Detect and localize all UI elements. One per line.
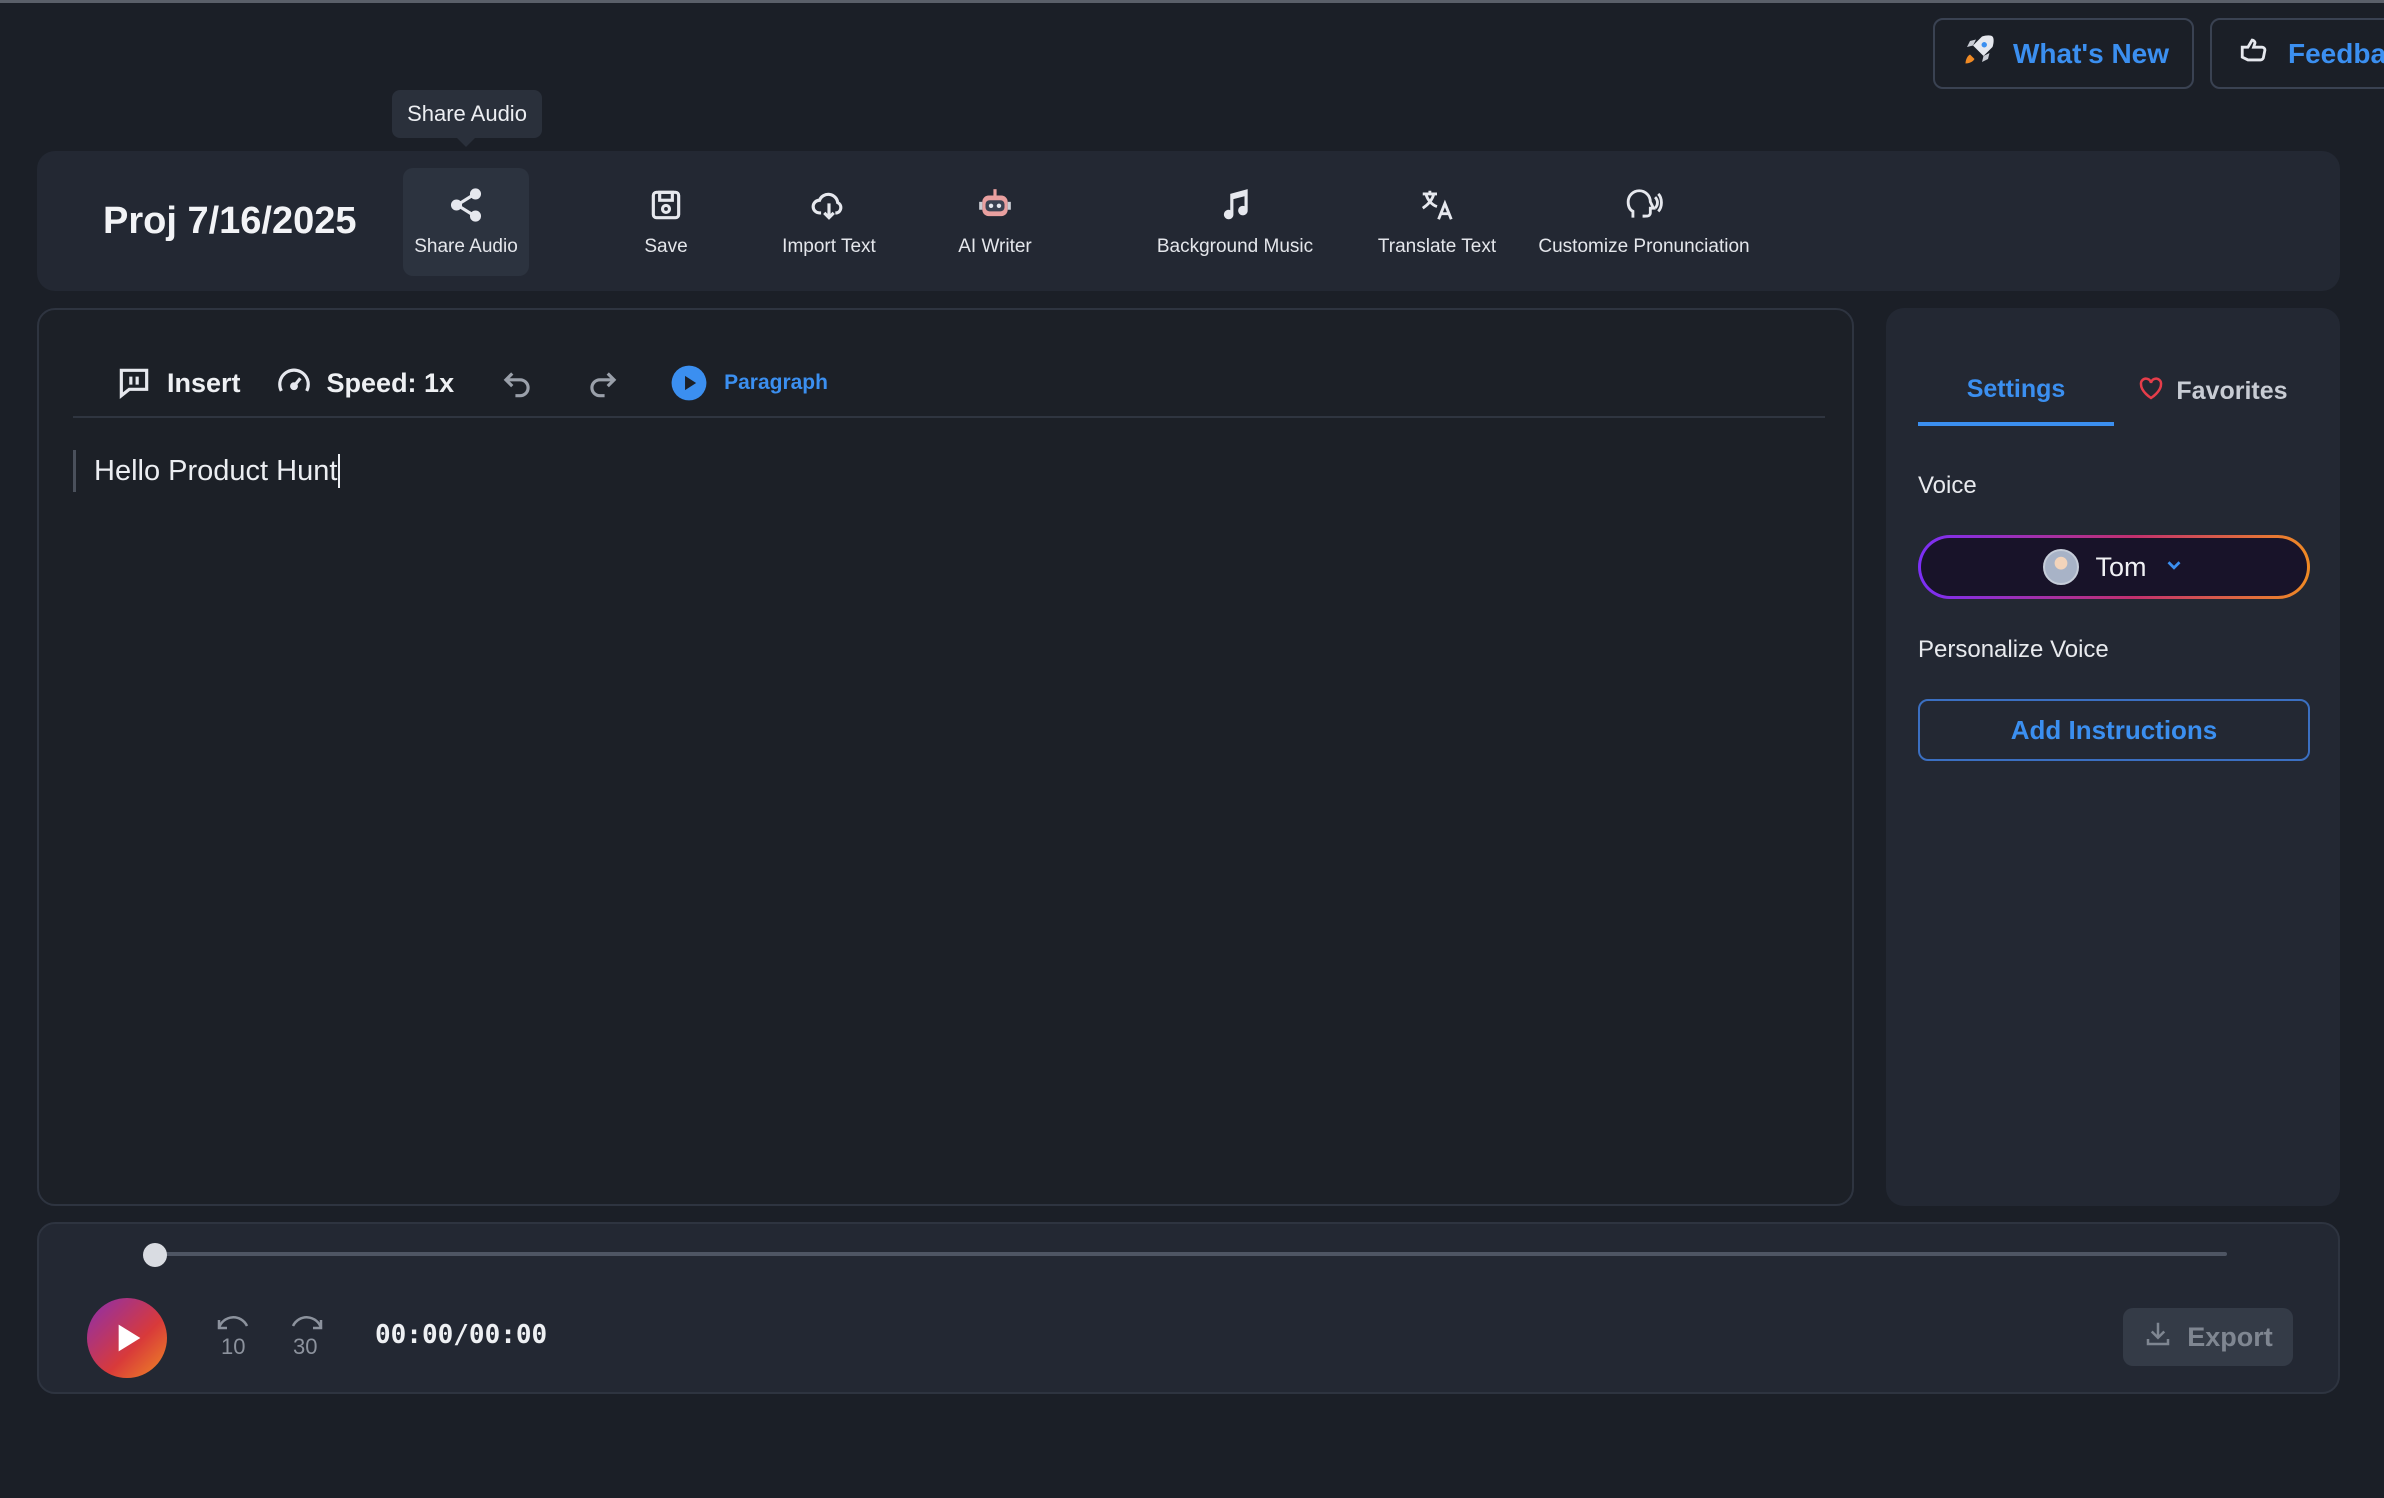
- voice-selector[interactable]: Tom: [1918, 535, 2310, 599]
- share-audio-tooltip: Share Audio: [392, 90, 542, 147]
- tab-favorites[interactable]: Favorites: [2114, 356, 2310, 426]
- import-text-button[interactable]: Import Text: [767, 168, 891, 276]
- speedometer-icon: [275, 364, 313, 402]
- chevron-down-icon: [2163, 552, 2185, 583]
- share-icon: [450, 188, 482, 222]
- robot-icon: [979, 189, 1011, 217]
- voice-name: Tom: [2095, 551, 2147, 582]
- tab-settings-label: Settings: [1966, 374, 2066, 403]
- text-editor: Insert Speed: 1x Paragraph Hello Product: [37, 308, 1854, 1206]
- play-circle-icon: [670, 364, 708, 402]
- speaking-head-icon: [1626, 189, 1663, 218]
- insert-pause-icon: [115, 364, 153, 402]
- playback-time: 00:00/00:00: [375, 1320, 548, 1350]
- settings-panel: Settings Favorites Voice Tom Personalize…: [1886, 308, 2340, 1206]
- editor-text-content[interactable]: Hello Product Hunt: [73, 450, 341, 492]
- project-title[interactable]: Proj 7/16/2025: [103, 151, 357, 291]
- window-top-border: [0, 0, 2384, 3]
- play-icon: [118, 1324, 141, 1352]
- speed-button[interactable]: Speed: 1x: [275, 364, 455, 402]
- speed-label: Speed: 1x: [326, 367, 455, 398]
- translate-icon: [1421, 190, 1453, 220]
- redo-icon: [584, 364, 622, 402]
- personalize-voice-label: Personalize Voice: [1918, 636, 2109, 663]
- editor-toolbar: Insert Speed: 1x Paragraph: [73, 350, 1825, 418]
- export-button[interactable]: Export: [2123, 1308, 2293, 1366]
- tab-settings[interactable]: Settings: [1918, 356, 2114, 426]
- skip-back-seconds: 10: [221, 1334, 246, 1359]
- whats-new-label: What's New: [2013, 37, 2170, 69]
- translate-text-button[interactable]: Translate Text: [1345, 168, 1529, 276]
- cloud-download-icon: [811, 192, 843, 220]
- ai-writer-button[interactable]: AI Writer: [941, 168, 1049, 276]
- skip-back-button[interactable]: 10: [211, 1314, 255, 1359]
- background-music-label: Background Music: [1156, 236, 1314, 257]
- share-audio-button[interactable]: Share Audio: [403, 168, 529, 276]
- customize-pronunciation-label: Customize Pronunciation: [1538, 236, 1750, 257]
- voice-label: Voice: [1918, 472, 1977, 499]
- skip-forward-button[interactable]: 30: [285, 1314, 329, 1359]
- play-button[interactable]: [87, 1298, 167, 1378]
- save-icon: [651, 190, 681, 220]
- insert-label: Insert: [167, 367, 241, 398]
- audio-player: 10 30 00:00/00:00 Export: [37, 1222, 2340, 1394]
- editor-text: Hello Product Hunt: [94, 454, 338, 487]
- insert-button[interactable]: Insert: [115, 364, 241, 402]
- tab-favorites-label: Favorites: [2176, 376, 2288, 405]
- ai-writer-label: AI Writer: [958, 236, 1032, 257]
- progress-handle[interactable]: [143, 1243, 167, 1267]
- whats-new-button[interactable]: What's New: [1933, 18, 2194, 89]
- translate-text-label: Translate Text: [1377, 236, 1497, 257]
- feedback-hand-icon: [2238, 33, 2272, 74]
- undo-icon: [498, 364, 536, 402]
- save-button[interactable]: Save: [611, 168, 721, 276]
- panel-tabs: Settings Favorites: [1918, 356, 2310, 426]
- undo-button[interactable]: [498, 364, 536, 402]
- add-instructions-button[interactable]: Add Instructions: [1918, 699, 2310, 761]
- feedback-label: Feedba: [2288, 37, 2384, 69]
- progress-track[interactable]: [153, 1252, 2227, 1256]
- import-text-label: Import Text: [782, 236, 876, 257]
- rocket-icon: [1961, 32, 1997, 75]
- customize-pronunciation-button[interactable]: Customize Pronunciation: [1521, 168, 1767, 276]
- feedback-button[interactable]: Feedba: [2210, 18, 2384, 89]
- export-label: Export: [2187, 1321, 2273, 1352]
- save-label: Save: [644, 236, 688, 257]
- paragraph-label: Paragraph: [724, 371, 828, 394]
- background-music-button[interactable]: Background Music: [1117, 168, 1353, 276]
- project-toolbar: Proj 7/16/2025 Share Audio Save Import T…: [37, 151, 2340, 291]
- play-paragraph-button[interactable]: Paragraph: [670, 364, 828, 402]
- text-caret: [338, 454, 341, 488]
- avatar: [2043, 549, 2080, 585]
- heart-icon: [2136, 373, 2166, 410]
- skip-forward-seconds: 30: [293, 1334, 318, 1359]
- share-audio-label: Share Audio: [414, 236, 518, 257]
- music-note-icon: [1223, 189, 1248, 220]
- redo-button[interactable]: [584, 364, 622, 402]
- download-icon: [2143, 1319, 2173, 1356]
